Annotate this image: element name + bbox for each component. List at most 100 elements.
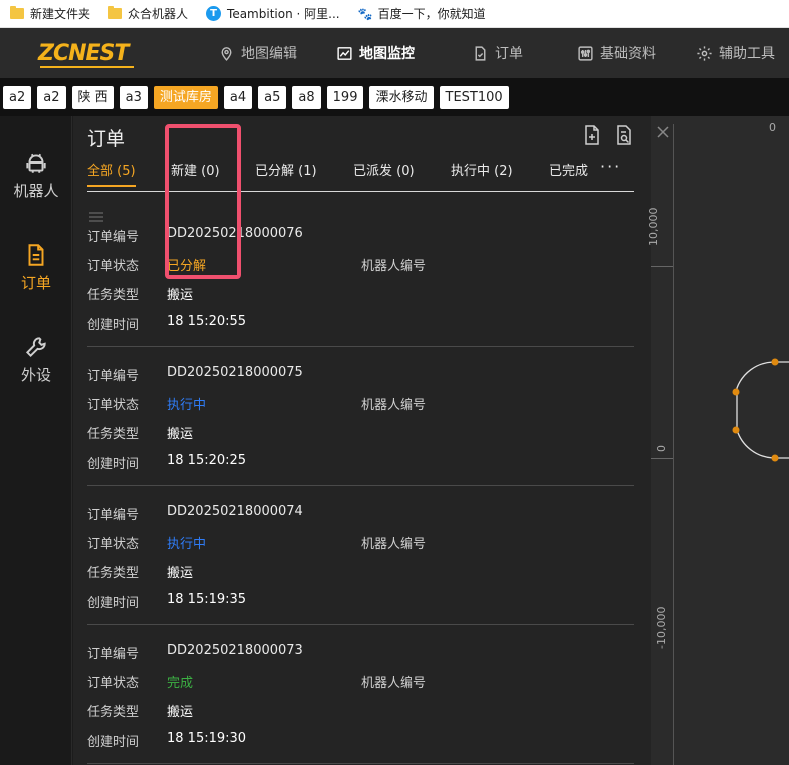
map-y-axis — [673, 124, 674, 765]
create-time-value: 18 15:20:25 — [167, 453, 247, 468]
create-time-label: 创建时间 — [87, 596, 140, 611]
location-pin-icon — [221, 46, 232, 61]
order-card[interactable]: 订单编号 DD20250218000075 订单状态 执行中 机器人编号 任务类… — [87, 347, 634, 486]
tab-executing[interactable]: 执行中 (2) — [451, 160, 513, 179]
order-status-label: 订单状态 — [87, 259, 140, 274]
sidebar-label: 订单 — [20, 274, 51, 292]
map-tick — [651, 458, 673, 459]
order-card[interactable]: 订单编号 DD20250218000073 订单状态 完成 机器人编号 任务类型… — [87, 625, 634, 764]
bookmark-zhonghe-robot[interactable]: 众合机器人 — [108, 5, 188, 22]
nav-map-monitor[interactable]: 地图监控 — [336, 28, 415, 78]
panel-title: 订单 — [87, 128, 126, 150]
path-node[interactable] — [771, 358, 779, 366]
order-no-value: DD20250218000075 — [167, 365, 303, 380]
bookmark-label: 百度一下，你就知道 — [377, 7, 486, 21]
create-time-value: 18 15:19:30 — [167, 731, 247, 746]
tab-decomposed[interactable]: 已分解 (1) — [255, 160, 317, 179]
warehouse-tag-bar: a2 a2 陕 西 a3 测试库房 a4 a5 a8 199 溧水移动 TEST… — [0, 78, 789, 116]
app-header: ZCNEST 地图编辑 地图监控 订单 基础资料 辅助工具 — [0, 28, 789, 78]
order-status-label: 订单状态 — [87, 676, 140, 691]
tag-a4[interactable]: a4 — [223, 85, 253, 109]
folder-icon — [108, 6, 123, 19]
task-type-value: 搬运 — [167, 427, 194, 442]
create-time-value: 18 15:19:35 — [167, 592, 247, 607]
android-robot-icon — [26, 153, 46, 173]
map-canvas[interactable]: 0 10,000 0 -10,000 — [647, 116, 789, 765]
order-status-value: 执行中 — [167, 537, 207, 552]
wrench-icon — [25, 337, 46, 358]
document-list-icon — [28, 244, 44, 266]
tag-199[interactable]: 199 — [326, 85, 364, 109]
robot-no-label: 机器人编号 — [361, 676, 427, 691]
nav-tools[interactable]: 辅助工具 — [696, 28, 775, 78]
order-no-label: 订单编号 — [87, 647, 140, 662]
tag-lishui-mobile[interactable]: 溧水移动 — [369, 85, 434, 109]
bookmark-teambition[interactable]: T Teambition · 阿里... — [206, 5, 340, 22]
tag-a3[interactable]: a3 — [119, 85, 148, 109]
order-status-value: 完成 — [167, 676, 194, 691]
robot-no-label: 机器人编号 — [361, 259, 427, 274]
tag-a2[interactable]: a2 — [3, 85, 32, 109]
tab-all[interactable]: 全部 (5) — [87, 160, 136, 187]
order-status-value: 执行中 — [167, 398, 207, 413]
folder-icon — [10, 6, 24, 19]
highlight-annotation-box — [165, 124, 241, 279]
tab-dispatched[interactable]: 已派发 (0) — [353, 160, 415, 179]
nav-label: 地图监控 — [359, 46, 415, 62]
order-no-label: 订单编号 — [87, 369, 140, 384]
path-node[interactable] — [732, 388, 740, 396]
document-icon — [475, 45, 486, 61]
bookmark-label: Teambition · 阿里... — [227, 7, 340, 21]
sidebar-label: 外设 — [20, 366, 51, 384]
create-time-label: 创建时间 — [87, 457, 140, 472]
create-time-value: 18 15:20:55 — [167, 314, 247, 329]
create-time-label: 创建时间 — [87, 735, 140, 750]
teambition-icon: T — [206, 6, 222, 21]
order-no-label: 订单编号 — [87, 230, 140, 245]
path-loop — [736, 361, 789, 459]
tag-a5[interactable]: a5 — [258, 85, 287, 109]
tag-a2-second[interactable]: a2 — [37, 85, 66, 109]
tag-test-warehouse[interactable]: 测试库房 — [153, 85, 218, 109]
robot-no-label: 机器人编号 — [361, 398, 427, 413]
tag-test100[interactable]: TEST100 — [439, 85, 509, 109]
left-sidebar: 机器人 订单 外设 — [0, 116, 72, 765]
task-type-label: 任务类型 — [87, 288, 140, 303]
task-type-value: 搬运 — [167, 288, 194, 303]
nav-basic-data[interactable]: 基础资料 — [577, 28, 656, 78]
order-status-label: 订单状态 — [87, 537, 140, 552]
brand-logo[interactable]: ZCNEST — [38, 41, 135, 68]
bookmark-baidu[interactable]: 🐾 百度一下，你就知道 — [358, 5, 486, 22]
robot-no-label: 机器人编号 — [361, 537, 427, 552]
gear-icon — [697, 45, 712, 61]
nav-map-edit[interactable]: 地图编辑 — [218, 28, 297, 78]
search-file-icon[interactable] — [614, 124, 634, 146]
tag-shaanxi[interactable]: 陕 西 — [71, 85, 114, 109]
bookmark-label: 众合机器人 — [128, 7, 189, 21]
nav-label: 辅助工具 — [719, 46, 775, 62]
bookmark-new-folder[interactable]: 新建文件夹 — [10, 5, 90, 22]
order-status-label: 订单状态 — [87, 398, 140, 413]
nav-label: 地图编辑 — [241, 46, 297, 62]
tag-a8[interactable]: a8 — [292, 85, 321, 109]
map-tick — [651, 266, 673, 267]
path-node[interactable] — [771, 454, 779, 462]
order-panel: 订单 全部 (5) 新建 (0) 已分解 (1) 已派发 (0) 执行中 (2)… — [73, 116, 651, 765]
task-type-label: 任务类型 — [87, 705, 140, 720]
create-time-label: 创建时间 — [87, 318, 140, 333]
sidebar-item-peripherals[interactable]: 外设 — [0, 334, 72, 385]
task-type-label: 任务类型 — [87, 427, 140, 442]
axis-y-label-0: 0 — [655, 445, 668, 452]
order-card[interactable]: 订单编号 DD20250218000074 订单状态 执行中 机器人编号 任务类… — [87, 486, 634, 625]
add-file-icon[interactable] — [582, 124, 602, 146]
tab-completed[interactable]: 已完成 — [549, 160, 588, 179]
order-no-label: 订单编号 — [87, 508, 140, 523]
sidebar-item-orders[interactable]: 订单 — [0, 242, 72, 293]
bookmark-label: 新建文件夹 — [30, 7, 91, 21]
nav-orders[interactable]: 订单 — [472, 28, 523, 78]
nav-label: 订单 — [495, 46, 523, 62]
more-tabs-button[interactable]: ··· — [600, 157, 621, 176]
sidebar-item-robot[interactable]: 机器人 — [0, 150, 72, 201]
path-node[interactable] — [732, 426, 740, 434]
close-icon[interactable] — [657, 126, 669, 138]
